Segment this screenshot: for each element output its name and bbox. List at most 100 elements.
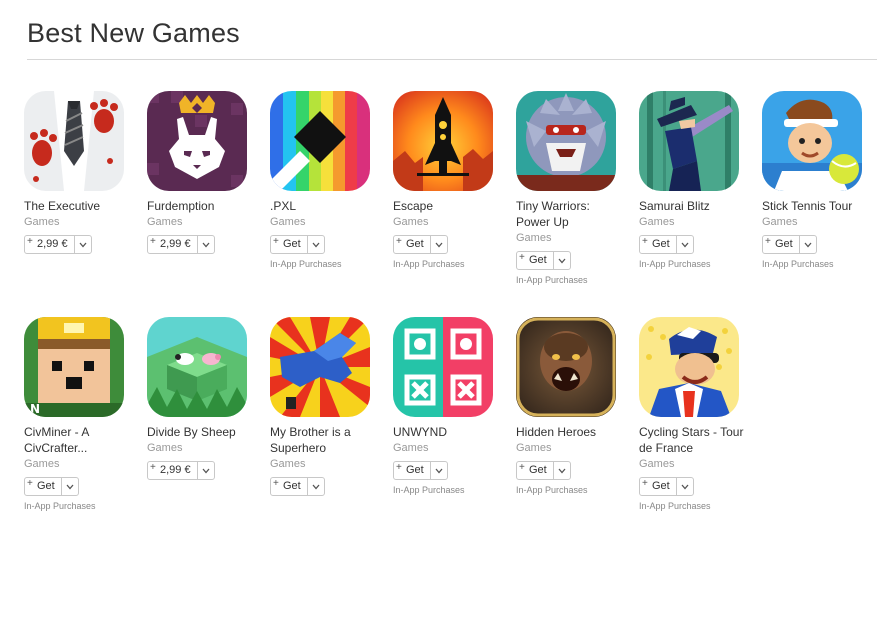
games-grid: The Executive Games +2,99 € Furdemption …: [24, 91, 877, 543]
my-brother-superhero-icon[interactable]: [270, 317, 370, 417]
app-store-page: Best New Games The Executive Games + 2,9…: [0, 0, 877, 629]
plus-icon: +: [396, 462, 402, 473]
app-name[interactable]: CivMiner - A CivCrafter...: [24, 424, 134, 456]
plus-icon: +: [150, 462, 156, 473]
price-label: Get: [652, 238, 670, 250]
price-label: Get: [406, 464, 424, 476]
games-row-1: The Executive Games +2,99 € Furdemption …: [24, 91, 877, 317]
cycling-stars-icon[interactable]: [639, 317, 739, 417]
plus-icon: +: [27, 236, 33, 247]
hidden-heroes-icon[interactable]: [516, 317, 616, 417]
tiny-warriors-icon[interactable]: [516, 91, 616, 191]
app-name[interactable]: Stick Tennis Tour: [762, 198, 872, 214]
chevron-down-icon[interactable]: [196, 462, 214, 479]
app-category: Games: [516, 232, 552, 244]
price-button[interactable]: + Get: [270, 235, 325, 254]
price-label: Get: [283, 238, 301, 250]
chevron-down-icon[interactable]: [60, 478, 78, 495]
in-app-purchases-note: In-App Purchases: [393, 485, 465, 495]
app-name[interactable]: Cycling Stars - Tour de France: [639, 424, 749, 456]
in-app-purchases-note: In-App Purchases: [393, 259, 465, 269]
chevron-down-icon[interactable]: [552, 252, 570, 269]
app-name[interactable]: Furdemption: [147, 198, 257, 214]
price-button[interactable]: + Get: [393, 461, 448, 480]
app-category: Games: [24, 458, 60, 470]
price-button[interactable]: + Get: [270, 477, 325, 496]
chevron-down-icon[interactable]: [675, 478, 693, 495]
plus-icon: +: [150, 236, 156, 247]
app-category: Games: [639, 458, 675, 470]
price-label: Get: [652, 480, 670, 492]
app-card: Cycling Stars - Tour de France Games + Ge…: [639, 317, 751, 511]
price-button[interactable]: +2,99 €: [147, 235, 215, 254]
pxl-icon[interactable]: [270, 91, 370, 191]
app-card: Divide By Sheep Games +2,99 €: [147, 317, 259, 480]
section-title: Best New Games: [27, 18, 240, 48]
app-name[interactable]: .PXL: [270, 198, 380, 214]
app-name[interactable]: My Brother is a Superhero: [270, 424, 380, 456]
chevron-down-icon[interactable]: [196, 236, 214, 253]
chevron-down-icon[interactable]: [306, 478, 324, 495]
civminer-icon[interactable]: N: [24, 317, 124, 417]
plus-icon: +: [519, 462, 525, 473]
chevron-down-icon[interactable]: [552, 462, 570, 479]
app-name[interactable]: Hidden Heroes: [516, 424, 626, 440]
app-category: Games: [147, 442, 183, 454]
app-category: Games: [393, 442, 429, 454]
app-category: Games: [24, 216, 60, 228]
app-card: Escape Games + Get In-App Purchases: [393, 91, 505, 269]
app-card: My Brother is a Superhero Games + Get: [270, 317, 382, 496]
app-name[interactable]: Divide By Sheep: [147, 424, 257, 440]
app-category: Games: [639, 216, 675, 228]
escape-rocket-icon[interactable]: [393, 91, 493, 191]
chevron-down-icon[interactable]: [798, 236, 816, 253]
in-app-purchases-note: In-App Purchases: [516, 485, 588, 495]
price-button[interactable]: + Get: [639, 477, 694, 496]
price-label: Get: [37, 480, 55, 492]
app-name[interactable]: The Executive: [24, 198, 134, 214]
price-button[interactable]: + Get: [516, 461, 571, 480]
app-card: Furdemption Games +2,99 €: [147, 91, 259, 254]
executive-icon[interactable]: [24, 91, 124, 191]
stick-tennis-icon[interactable]: [762, 91, 862, 191]
chevron-down-icon[interactable]: [73, 236, 91, 253]
divide-by-sheep-icon[interactable]: [147, 317, 247, 417]
unwynd-icon[interactable]: [393, 317, 493, 417]
app-name[interactable]: UNWYND: [393, 424, 503, 440]
app-category: Games: [270, 458, 306, 470]
app-name[interactable]: Samurai Blitz: [639, 198, 749, 214]
price-button[interactable]: + Get: [516, 251, 571, 270]
samurai-blitz-icon[interactable]: [639, 91, 739, 191]
app-category: Games: [270, 216, 306, 228]
in-app-purchases-note: In-App Purchases: [639, 501, 711, 511]
chevron-down-icon[interactable]: [429, 462, 447, 479]
chevron-down-icon[interactable]: [675, 236, 693, 253]
app-category: Games: [147, 216, 183, 228]
plus-icon: +: [642, 236, 648, 247]
price-button[interactable]: + Get: [639, 235, 694, 254]
plus-icon: +: [273, 478, 279, 489]
app-name[interactable]: Tiny Warriors: Power Up: [516, 198, 626, 230]
furdemption-icon[interactable]: [147, 91, 247, 191]
price-button[interactable]: + Get: [24, 477, 79, 496]
title-divider: [27, 59, 877, 60]
app-card: UNWYND Games + Get In-App Purchases: [393, 317, 505, 495]
price-label: Get: [283, 480, 301, 492]
price-button[interactable]: +2,99 €: [24, 235, 92, 254]
app-category: Games: [393, 216, 429, 228]
price-label: Get: [529, 254, 547, 266]
app-card: Samurai Blitz Games + Get In-App Purchase…: [639, 91, 751, 269]
in-app-purchases-note: In-App Purchases: [639, 259, 711, 269]
chevron-down-icon[interactable]: [306, 236, 324, 253]
plus-icon: +: [396, 236, 402, 247]
app-category: Games: [516, 442, 552, 454]
chevron-down-icon[interactable]: [429, 236, 447, 253]
app-name[interactable]: Escape: [393, 198, 503, 214]
price-button[interactable]: + Get: [393, 235, 448, 254]
price-button[interactable]: +2,99 €: [147, 461, 215, 480]
in-app-purchases-note: In-App Purchases: [516, 275, 588, 285]
price-button[interactable]: + Get: [762, 235, 817, 254]
price-label: Get: [406, 238, 424, 250]
app-card: .PXL Games + Get In-App Purchases: [270, 91, 382, 269]
price-label: 2,99 €: [37, 238, 68, 250]
